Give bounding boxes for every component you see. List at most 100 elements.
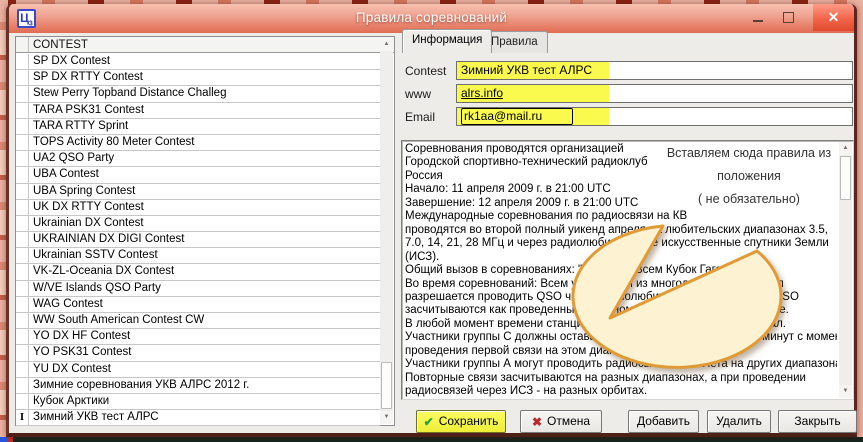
memo-scrollbar-thumb[interactable] xyxy=(840,156,851,200)
minimize-icon xyxy=(753,20,763,22)
list-item[interactable]: WW South American Contest CW xyxy=(16,313,380,329)
list-item[interactable]: Зимние соревнования УКВ АЛРС 2012 г. xyxy=(16,378,380,394)
row-indicator xyxy=(16,362,29,377)
indicator-column-header xyxy=(16,37,29,52)
list-item-label: Ukrainian DX Contest xyxy=(29,216,380,231)
row-indicator xyxy=(16,281,29,296)
grid-header: CONTEST xyxy=(16,37,394,53)
list-item[interactable]: UK DX RTTY Contest xyxy=(16,200,380,216)
list-item-label: YU DX Contest xyxy=(29,362,380,377)
list-item[interactable]: TARA RTTY Sprint xyxy=(16,119,380,135)
check-icon: ✔ xyxy=(424,415,434,429)
list-item[interactable]: YO DX HF Contest xyxy=(16,329,380,345)
memo-scrollbar[interactable]: ▲ ▼ xyxy=(839,142,852,398)
scroll-down-icon[interactable]: ▼ xyxy=(380,411,393,424)
list-item-label: UA2 QSO Party xyxy=(29,151,380,166)
row-indicator xyxy=(16,394,29,409)
list-item-label: Stew Perry Topband Distance Challeg xyxy=(29,86,380,101)
desktop-pixel-red xyxy=(7,437,13,442)
email-input[interactable]: rk1aa@mail.ru xyxy=(456,107,853,126)
row-indicator xyxy=(16,216,29,231)
window-title: Правила соревнований xyxy=(9,10,854,25)
list-item[interactable]: I Зимний УКВ тест АЛРС xyxy=(16,410,380,426)
row-indicator xyxy=(16,167,29,182)
cross-icon: ✖ xyxy=(532,415,542,429)
list-item[interactable]: YO PSK31 Contest xyxy=(16,345,380,361)
list-item[interactable]: YU DX Contest xyxy=(16,362,380,378)
tab-information[interactable]: Информация xyxy=(402,29,492,53)
list-item-label: SP DX RTTY Contest xyxy=(29,70,380,85)
row-indicator xyxy=(16,135,29,150)
scroll-up-icon[interactable]: ▲ xyxy=(380,38,393,51)
list-item[interactable]: Ukrainian DX Contest xyxy=(16,216,380,232)
www-value: alrs.info xyxy=(461,86,503,100)
list-item[interactable]: UBA Spring Contest xyxy=(16,184,380,200)
list-item[interactable]: UKRAINIAN DX DIGI Contest xyxy=(16,232,380,248)
delete-button[interactable]: Удалить xyxy=(707,410,771,433)
grid-scrollbar[interactable]: ▲ ▼ xyxy=(380,38,393,424)
list-item-label: YO DX HF Contest xyxy=(29,329,380,344)
email-label: Email xyxy=(405,110,435,124)
row-indicator xyxy=(16,86,29,101)
list-item[interactable]: TARA PSK31 Contest xyxy=(16,103,380,119)
scroll-down-icon[interactable]: ▼ xyxy=(839,385,852,398)
contest-label: Contest xyxy=(405,64,446,78)
minimize-button[interactable] xyxy=(744,4,772,31)
list-item-label: SP DX Contest xyxy=(29,54,380,69)
list-item[interactable]: WAG Contest xyxy=(16,297,380,313)
list-item[interactable]: Ukrainian SSTV Contest xyxy=(16,248,380,264)
row-indicator xyxy=(16,184,29,199)
list-item-label: Зимние соревнования УКВ АЛРС 2012 г. xyxy=(29,378,380,393)
list-item-label: TOPS Activity 80 Meter Contest xyxy=(29,135,380,150)
row-indicator: I xyxy=(16,410,29,425)
close-button[interactable]: ✕ xyxy=(813,4,854,31)
contest-list-grid[interactable]: CONTEST SP DX Contest SP DX RTTY Contest… xyxy=(15,36,395,426)
close-icon: ✕ xyxy=(828,9,840,25)
row-indicator xyxy=(16,103,29,118)
add-button[interactable]: Добавить xyxy=(628,410,699,433)
maximize-icon xyxy=(783,12,794,23)
list-item-label: UK DX RTTY Contest xyxy=(29,200,380,215)
list-item[interactable]: Кубок Арктики xyxy=(16,394,380,410)
email-value: rk1aa@mail.ru xyxy=(461,108,573,125)
list-item[interactable]: VK-ZL-Oceania DX Contest xyxy=(16,264,380,280)
row-indicator xyxy=(16,313,29,328)
list-item[interactable]: SP DX RTTY Contest xyxy=(16,70,380,86)
row-indicator xyxy=(16,151,29,166)
list-item[interactable]: UBA Contest xyxy=(16,167,380,183)
list-item-label: WAG Contest xyxy=(29,297,380,312)
list-item-label: TARA RTTY Sprint xyxy=(29,119,380,134)
www-input[interactable]: alrs.info xyxy=(456,84,853,103)
row-indicator xyxy=(16,378,29,393)
row-indicator xyxy=(16,54,29,69)
grid-scrollbar-thumb[interactable] xyxy=(381,362,392,409)
list-item[interactable]: SP DX Contest xyxy=(16,54,380,70)
save-button[interactable]: ✔Сохранить xyxy=(416,410,506,433)
row-indicator xyxy=(16,345,29,360)
list-item[interactable]: UA2 QSO Party xyxy=(16,151,380,167)
maximize-button[interactable] xyxy=(774,4,802,31)
row-indicator xyxy=(16,297,29,312)
www-label: www xyxy=(405,87,431,101)
list-item-label: UBA Contest xyxy=(29,167,380,182)
list-item-label: W/VE Islands QSO Party xyxy=(29,281,380,296)
row-indicator xyxy=(16,200,29,215)
list-item-label: WW South American Contest CW xyxy=(29,313,380,328)
list-item-label: TARA PSK31 Contest xyxy=(29,103,380,118)
grid-body: SP DX Contest SP DX RTTY Contest Stew Pe… xyxy=(16,54,380,425)
close-dialog-button[interactable]: Закрыть xyxy=(778,410,857,433)
list-item[interactable]: Stew Perry Topband Distance Challeg xyxy=(16,86,380,102)
row-indicator xyxy=(16,70,29,85)
contest-input[interactable]: Зимний УКВ тест АЛРС xyxy=(456,61,853,80)
list-item[interactable]: W/VE Islands QSO Party xyxy=(16,281,380,297)
desktop-pixel-blue xyxy=(0,437,7,442)
cancel-button[interactable]: ✖Отмена xyxy=(520,410,602,433)
list-item-label: UKRAINIAN DX DIGI Contest xyxy=(29,232,380,247)
contest-column-header: CONTEST xyxy=(29,37,394,52)
rules-textarea[interactable]: Соревнования проводятся организацией Гор… xyxy=(401,140,854,400)
contest-value: Зимний УКВ тест АЛРС xyxy=(461,63,592,77)
scroll-up-icon[interactable]: ▲ xyxy=(839,142,852,155)
list-item-label: UBA Spring Contest xyxy=(29,184,380,199)
row-indicator xyxy=(16,264,29,279)
list-item[interactable]: TOPS Activity 80 Meter Contest xyxy=(16,135,380,151)
